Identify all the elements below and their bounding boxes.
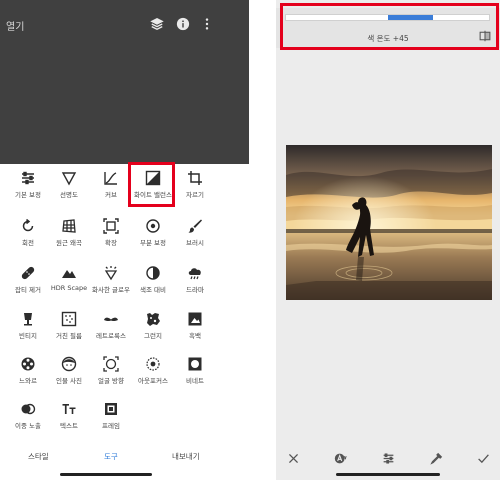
tool-head-pose[interactable]: 얼굴 방향 (88, 350, 134, 392)
frames-icon (103, 401, 119, 417)
edited-photo (286, 145, 492, 300)
noir-icon (20, 356, 36, 372)
perspective-icon (61, 218, 77, 234)
tool-black-white[interactable]: 흑백 (172, 305, 218, 347)
tonal-contrast-icon (145, 265, 161, 281)
tool-label: 프레임 (102, 422, 120, 430)
text-icon (61, 401, 77, 417)
tool-label: 브러시 (186, 239, 204, 247)
open-button[interactable]: 열기 (6, 18, 24, 33)
lens-blur-icon (145, 356, 161, 372)
tool-details[interactable]: 선명도 (46, 164, 92, 206)
expand-icon (103, 218, 119, 234)
tool-healing[interactable]: 잡티 제거 (5, 259, 51, 301)
tool-double-exposure[interactable]: 이중 노출 (5, 395, 51, 437)
tool-tune-image[interactable]: 기본 보정 (5, 164, 51, 206)
tab-export[interactable]: 내보내기 (172, 451, 200, 462)
crop-icon (187, 170, 203, 186)
tool-selective[interactable]: 부분 보정 (130, 212, 176, 254)
drama-icon (187, 265, 203, 281)
tool-label: 드라마 (186, 286, 204, 294)
brush-icon (187, 218, 203, 234)
grunge-icon (145, 311, 161, 327)
layers-icon[interactable] (150, 17, 164, 31)
tool-crop[interactable]: 자르기 (172, 164, 218, 206)
curves-icon (103, 170, 119, 186)
tool-brush[interactable]: 브러시 (172, 212, 218, 254)
glamour-glow-icon (103, 265, 119, 281)
tool-portrait[interactable]: 인물 사진 (46, 350, 92, 392)
tool-vignette[interactable]: 비네트 (172, 350, 218, 392)
home-indicator (60, 473, 152, 476)
tool-grunge[interactable]: 그런지 (130, 305, 176, 347)
home-indicator (336, 473, 440, 476)
tool-rotate[interactable]: 회전 (5, 212, 51, 254)
close-icon[interactable] (287, 452, 300, 465)
tab-tools[interactable]: 도구 (104, 451, 118, 462)
white-balance-highlight (128, 162, 175, 207)
hdr-icon (61, 265, 77, 281)
tab-styles[interactable]: 스타일 (28, 451, 49, 462)
tool-glamour-glow[interactable]: 화사한 글로우 (88, 259, 134, 301)
adjustment-highlight (280, 3, 499, 50)
top-bar: 열기 (0, 0, 249, 52)
vintage-icon (20, 311, 36, 327)
tool-retrolux[interactable]: 레트로룩스 (88, 305, 134, 347)
portrait-icon (61, 356, 77, 372)
tune-icon (20, 170, 36, 186)
tool-frames[interactable]: 프레임 (88, 395, 134, 437)
black-white-icon (187, 311, 203, 327)
vignette-icon (187, 356, 203, 372)
tool-lens-blur[interactable]: 아웃포커스 (130, 350, 176, 392)
tool-vintage[interactable]: 빈티지 (5, 305, 51, 347)
tool-label: 비네트 (186, 377, 204, 385)
rotate-icon (20, 218, 36, 234)
details-icon (61, 170, 77, 186)
tool-perspective[interactable]: 원근 왜곡 (46, 212, 92, 254)
tune-icon[interactable] (382, 452, 395, 465)
auto-icon[interactable] (334, 452, 347, 465)
healing-icon (20, 265, 36, 281)
tool-tonal-contrast[interactable]: 색조 대비 (130, 259, 176, 301)
tool-drama[interactable]: 드라마 (172, 259, 218, 301)
more-vertical-icon[interactable] (200, 17, 214, 31)
selective-icon (145, 218, 161, 234)
grainy-film-icon (61, 311, 77, 327)
check-icon[interactable] (477, 452, 490, 465)
tool-expand[interactable]: 확장 (88, 212, 134, 254)
double-exposure-icon (20, 401, 36, 417)
tools-screen: 열기 기본 보정 선명도 커브 화이트 밸런스 자르기 회전 원근 왜곡 확장 … (0, 0, 249, 480)
tool-grainy-film[interactable]: 거친 필름 (46, 305, 92, 347)
info-icon[interactable] (176, 17, 190, 31)
white-balance-screen: 색 온도 +45 (276, 0, 500, 480)
tool-label: 흑백 (189, 332, 201, 340)
tool-hdr-scape[interactable]: HDR Scape (46, 259, 92, 301)
eyedropper-icon[interactable] (430, 452, 443, 465)
tool-text[interactable]: 텍스트 (46, 395, 92, 437)
tool-noir[interactable]: 느와르 (5, 350, 51, 392)
retrolux-icon (103, 311, 119, 327)
head-pose-icon (103, 356, 119, 372)
